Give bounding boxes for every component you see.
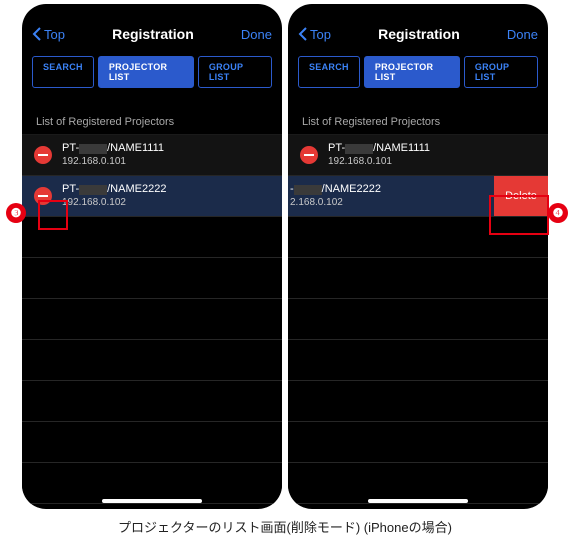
tab-search[interactable]: SEARCH	[298, 56, 360, 88]
list-item-empty	[22, 299, 282, 340]
back-button[interactable]: Top	[32, 27, 65, 42]
delete-minus-icon[interactable]	[34, 146, 52, 164]
nav-bar: Top Registration Done	[288, 4, 548, 50]
highlight-box-4	[489, 195, 549, 235]
back-label: Top	[310, 27, 331, 42]
done-button[interactable]: Done	[507, 27, 538, 42]
page-title: Registration	[112, 26, 194, 42]
projector-list: PT-/NAME1111 192.168.0.101 -/NAME2222 2.…	[288, 134, 548, 504]
list-item-empty	[288, 258, 548, 299]
delete-minus-icon[interactable]	[300, 146, 318, 164]
projector-list: PT-/NAME1111 192.168.0.101 PT-/NAME2222 …	[22, 134, 282, 504]
list-item-empty	[22, 381, 282, 422]
list-item-empty	[22, 422, 282, 463]
list-item-empty	[288, 299, 548, 340]
tab-search[interactable]: SEARCH	[32, 56, 94, 88]
phone-left: Top Registration Done SEARCH PROJECTOR L…	[22, 4, 282, 509]
list-item[interactable]: PT-/NAME1111 192.168.0.101	[22, 135, 282, 176]
list-item-empty	[288, 340, 548, 381]
highlight-box-3	[38, 200, 68, 230]
list-item-empty	[288, 463, 548, 504]
projector-ip: 192.168.0.102	[62, 197, 166, 209]
segmented-control: SEARCH PROJECTOR LIST GROUP LIST	[288, 50, 548, 94]
list-item-empty	[22, 258, 282, 299]
list-item-empty	[22, 463, 282, 504]
nav-bar: Top Registration Done	[22, 4, 282, 50]
page-title: Registration	[378, 26, 460, 42]
chevron-left-icon	[32, 27, 42, 41]
tab-projector-list[interactable]: PROJECTOR LIST	[98, 56, 194, 88]
projector-name: -/NAME2222	[290, 183, 381, 196]
back-button[interactable]: Top	[298, 27, 331, 42]
list-item[interactable]: PT-/NAME1111 192.168.0.101	[288, 135, 548, 176]
projector-ip: 2.168.0.102	[290, 197, 381, 209]
segmented-control: SEARCH PROJECTOR LIST GROUP LIST	[22, 50, 282, 94]
callout-3: ❸	[6, 203, 26, 223]
back-label: Top	[44, 27, 65, 42]
projector-name: PT-/NAME1111	[328, 142, 430, 155]
chevron-left-icon	[298, 27, 308, 41]
projector-ip: 192.168.0.101	[328, 156, 430, 168]
done-button[interactable]: Done	[241, 27, 272, 42]
list-item-empty	[22, 340, 282, 381]
tab-group-list[interactable]: GROUP LIST	[198, 56, 272, 88]
projector-name: PT-/NAME1111	[62, 142, 164, 155]
home-indicator[interactable]	[368, 499, 468, 503]
tab-group-list[interactable]: GROUP LIST	[464, 56, 538, 88]
projector-ip: 192.168.0.101	[62, 156, 164, 168]
phone-right: Top Registration Done SEARCH PROJECTOR L…	[288, 4, 548, 509]
callout-4: ❹	[548, 203, 568, 223]
home-indicator[interactable]	[102, 499, 202, 503]
list-header: List of Registered Projectors	[22, 94, 282, 134]
figure-caption: プロジェクターのリスト画面(削除モード) (iPhoneの場合)	[0, 509, 570, 546]
projector-name: PT-/NAME2222	[62, 183, 166, 196]
tab-projector-list[interactable]: PROJECTOR LIST	[364, 56, 460, 88]
list-header: List of Registered Projectors	[288, 94, 548, 134]
list-item-empty	[288, 422, 548, 463]
list-item-empty	[288, 381, 548, 422]
